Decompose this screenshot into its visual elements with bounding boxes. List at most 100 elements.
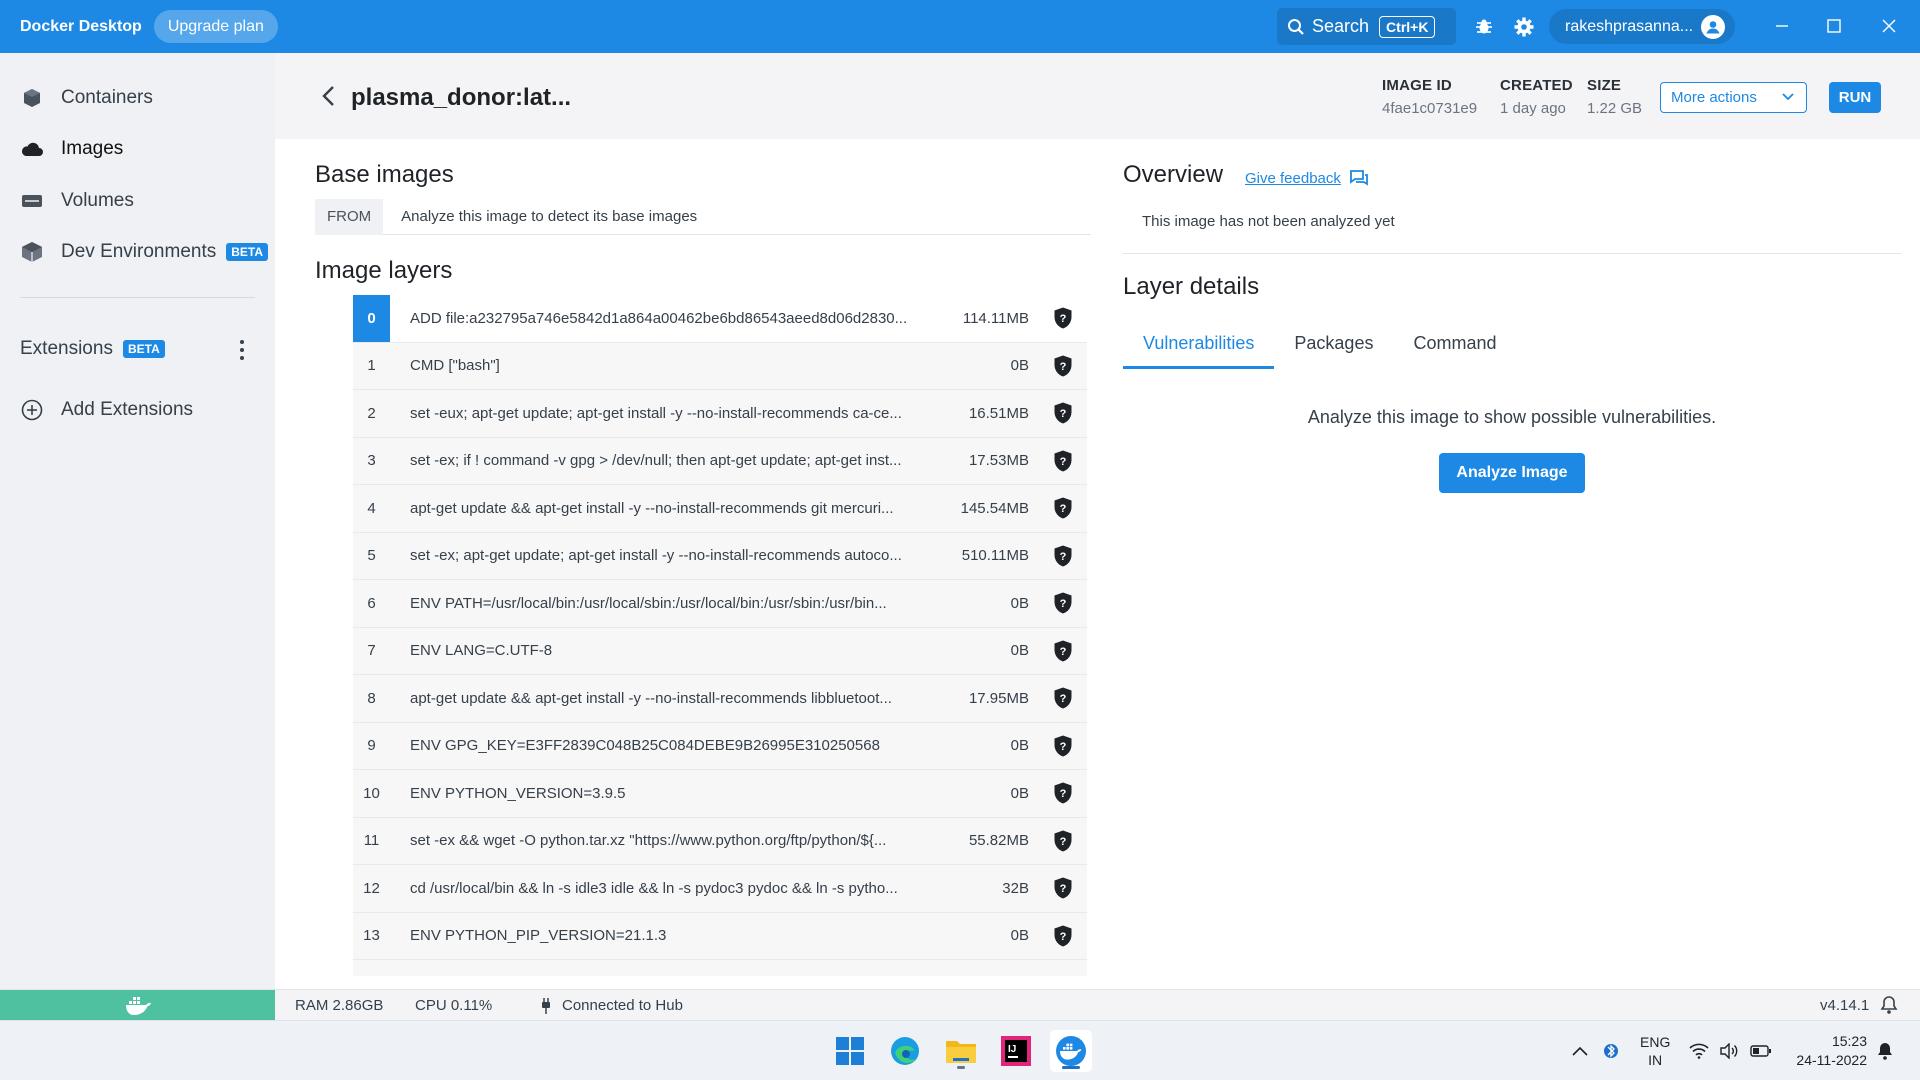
layer-row[interactable]: 8 apt-get update && apt-get install -y --… <box>353 675 1087 723</box>
layer-index: 3 <box>367 452 376 470</box>
more-actions-button[interactable]: More actions <box>1660 82 1807 113</box>
layer-size: 0B <box>1010 357 1029 375</box>
bug-icon[interactable] <box>1472 15 1496 39</box>
layer-row[interactable]: 13 ENV PYTHON_PIP_VERSION=21.1.3 0B? <box>353 912 1087 960</box>
notifications-icon[interactable] <box>1876 1021 1894 1080</box>
layer-row[interactable]: 2 set -eux; apt-get update; apt-get insta… <box>353 390 1087 438</box>
give-feedback-link[interactable]: Give feedback <box>1245 169 1369 187</box>
sidebar-item-extensions[interactable]: Extensions BETA <box>20 334 165 364</box>
notification-bell-icon[interactable] <box>1880 995 1898 1019</box>
search-shortcut: Ctrl+K <box>1379 15 1436 38</box>
sidebar-divider <box>20 297 255 298</box>
svg-text:?: ? <box>1060 693 1067 705</box>
svg-text:?: ? <box>1060 741 1067 753</box>
svg-text:?: ? <box>1060 788 1067 800</box>
battery-icon[interactable] <box>1750 1021 1772 1080</box>
sidebar-item-label: Dev Environments <box>61 241 217 262</box>
sidebar-item-containers[interactable]: Containers <box>20 83 153 113</box>
analyze-image-button[interactable]: Analyze Image <box>1439 453 1585 493</box>
maximize-icon[interactable] <box>1819 12 1849 40</box>
layer-row[interactable]: 7 ENV LANG=C.UTF-8 0B? <box>353 627 1087 675</box>
layer-row[interactable]: 9 ENV GPG_KEY=E3FF2839C048B25C084DEBE9B26… <box>353 722 1087 770</box>
layer-row[interactable]: 11 set -ex && wget -O python.tar.xz "http… <box>353 817 1087 865</box>
svg-text:?: ? <box>1060 408 1067 420</box>
docker-desktop-taskbar-icon[interactable] <box>1050 1030 1092 1072</box>
layer-row[interactable] <box>353 960 1087 976</box>
overview-message: This image has not been analyzed yet <box>1142 213 1395 230</box>
layer-command: ADD file:a232795a746e5842d1a864a00462be6… <box>410 309 908 327</box>
app-name: Docker Desktop <box>20 17 142 35</box>
status-bar: RAM 2.86GB CPU 0.11% Connected to Hub v4… <box>0 989 1920 1021</box>
sidebar-item-add-extensions[interactable]: Add Extensions <box>20 395 193 425</box>
layer-size: 0B <box>1010 737 1029 755</box>
language-bottom: IN <box>1648 1052 1663 1068</box>
gear-icon[interactable] <box>1512 15 1536 39</box>
account-menu[interactable]: rakeshprasanna... <box>1549 9 1735 44</box>
layer-size: 16.51MB <box>968 404 1029 422</box>
overview-title: Overview <box>1123 161 1224 188</box>
layer-command: ENV GPG_KEY=E3FF2839C048B25C084DEBE9B269… <box>410 737 880 755</box>
back-arrow-icon[interactable] <box>315 83 341 109</box>
size-meta: SIZE 1.22 GB <box>1587 77 1642 117</box>
layer-size: 145.54MB <box>960 499 1029 517</box>
base-images-row: FROM Analyze this image to detect its ba… <box>315 198 1091 235</box>
intellij-idea-icon[interactable]: IJ <box>995 1030 1037 1072</box>
layer-index: 7 <box>367 642 376 660</box>
shield-unknown-icon: ? <box>1051 829 1075 853</box>
layer-row[interactable]: 6 ENV PATH=/usr/local/bin:/usr/local/sbin… <box>353 580 1087 628</box>
engine-status[interactable] <box>0 990 275 1021</box>
layer-row[interactable]: 4 apt-get update && apt-get install -y --… <box>353 485 1087 533</box>
size-value: 1.22 GB <box>1587 100 1643 117</box>
language-indicator[interactable]: ENG IN <box>1640 1021 1670 1080</box>
windows-taskbar: IJ ENG IN 15:23 24-11-2022 <box>0 1020 1920 1080</box>
more-actions-label: More actions <box>1671 89 1757 106</box>
svg-text:IJ: IJ <box>1008 1044 1016 1055</box>
tab-command[interactable]: Command <box>1393 317 1516 369</box>
layer-size: 0B <box>1010 927 1029 945</box>
file-explorer-icon[interactable] <box>940 1030 982 1072</box>
layer-index: 9 <box>367 737 376 755</box>
dev-environments-icon <box>20 240 44 264</box>
tray-chevron-up-icon[interactable] <box>1572 1021 1588 1080</box>
volume-icon[interactable] <box>1719 1021 1739 1080</box>
layer-row[interactable]: 12 cd /usr/local/bin && ln -s idle3 idle … <box>353 865 1087 913</box>
layer-command: ENV PATH=/usr/local/bin:/usr/local/sbin:… <box>410 594 887 612</box>
extensions-menu-icon[interactable] <box>236 338 248 362</box>
overview-divider <box>1123 253 1901 254</box>
layer-index: 10 <box>363 784 380 802</box>
layer-row[interactable]: 5 set -ex; apt-get update; apt-get instal… <box>353 532 1087 580</box>
image-layers-list[interactable]: 0 ADD file:a232795a746e5842d1a864a00462be… <box>353 295 1087 976</box>
layer-command: set -ex; apt-get update; apt-get install… <box>410 547 902 565</box>
sidebar-item-label: Images <box>61 138 124 159</box>
bluetooth-icon[interactable] <box>1604 1021 1618 1080</box>
sidebar-item-dev-environments[interactable]: Dev Environments BETA <box>20 237 269 267</box>
edge-browser-icon[interactable] <box>884 1030 926 1072</box>
close-icon[interactable] <box>1874 12 1904 40</box>
containers-icon <box>20 86 44 110</box>
shield-unknown-icon: ? <box>1051 401 1075 425</box>
tab-packages[interactable]: Packages <box>1274 317 1393 369</box>
layer-row[interactable]: 1 CMD ["bash"] 0B? <box>353 342 1087 390</box>
cpu-usage: CPU 0.11% <box>415 997 493 1014</box>
layer-size: 32B <box>1002 879 1029 897</box>
layer-row[interactable]: 10 ENV PYTHON_VERSION=3.9.5 0B? <box>353 770 1087 818</box>
image-layers-title: Image layers <box>315 257 453 284</box>
minimize-icon[interactable] <box>1767 12 1797 40</box>
clock[interactable]: 15:23 24-11-2022 <box>1792 1021 1867 1080</box>
search-icon <box>1288 18 1304 35</box>
search-button[interactable]: Search Ctrl+K <box>1277 8 1456 45</box>
layer-row[interactable]: 3 set -ex; if ! command -v gpg > /dev/nul… <box>353 437 1087 485</box>
sidebar-item-volumes[interactable]: Volumes <box>20 186 134 216</box>
username: rakeshprasanna... <box>1565 17 1694 35</box>
layer-row[interactable]: 0 ADD file:a232795a746e5842d1a864a00462be… <box>353 295 1087 343</box>
wifi-icon[interactable] <box>1689 1021 1709 1080</box>
tab-vulnerabilities[interactable]: Vulnerabilities <box>1123 317 1275 369</box>
vulnerabilities-message: Analyze this image to show possible vuln… <box>1307 407 1717 427</box>
image-id-label: IMAGE ID <box>1382 77 1452 94</box>
sidebar-item-images[interactable]: Images <box>20 134 123 164</box>
shield-unknown-icon: ? <box>1051 876 1075 900</box>
layer-index: 12 <box>363 879 380 897</box>
upgrade-plan-button[interactable]: Upgrade plan <box>153 10 278 43</box>
run-button[interactable]: RUN <box>1829 82 1881 113</box>
windows-start-icon[interactable] <box>829 1030 871 1072</box>
